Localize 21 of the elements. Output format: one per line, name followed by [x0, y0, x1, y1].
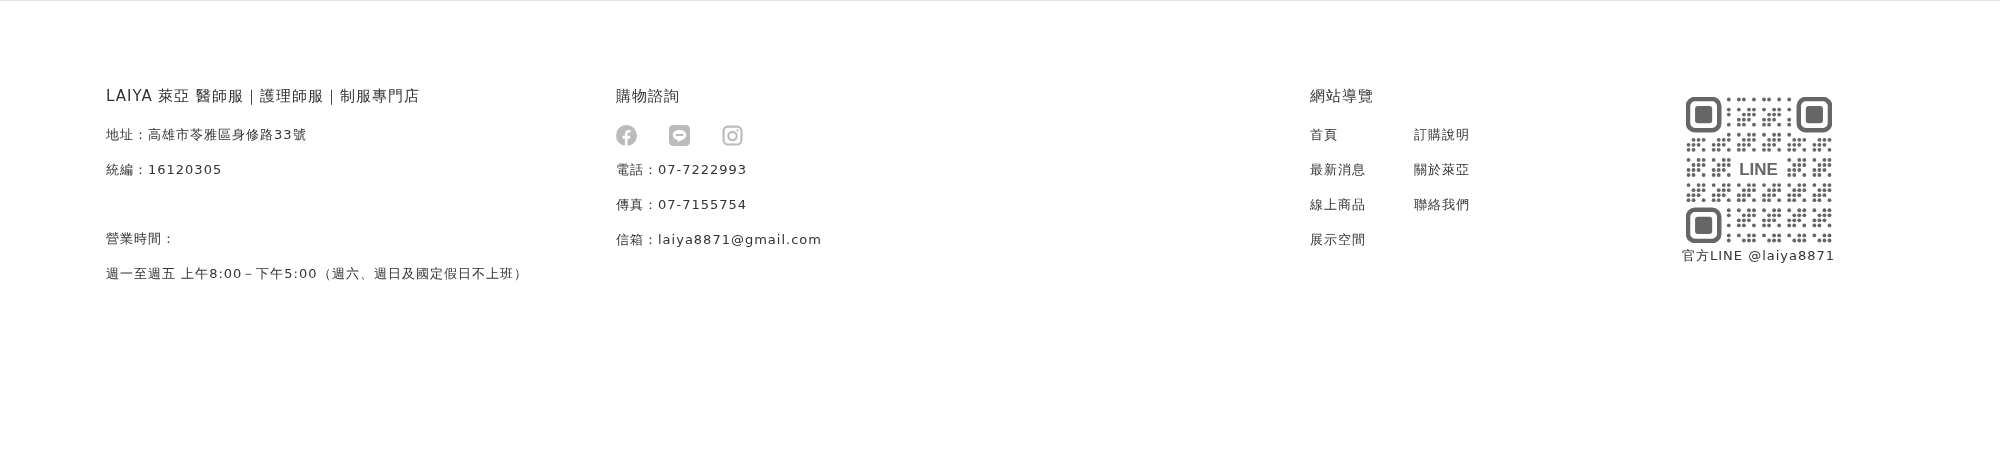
- contact-text: 傳真：07-7155754: [616, 196, 749, 214]
- chat-bubble-icon[interactable]: [669, 125, 690, 146]
- nav-link[interactable]: 展示空間: [1310, 230, 1366, 250]
- nav-link[interactable]: 訂購說明: [1414, 125, 1470, 145]
- address-text: 地址：高雄市苓雅區身修路33號: [106, 126, 308, 144]
- hours-text: 週一至週五 上午8:00－下午5:00（週六、週日及國定假日不上班）: [106, 265, 529, 283]
- camera-icon[interactable]: [722, 125, 743, 146]
- tax-id-text: 統編：16120305: [106, 161, 224, 179]
- facebook-icon[interactable]: [616, 125, 637, 146]
- nav-link[interactable]: 聯絡我們: [1414, 195, 1470, 215]
- contact-text: 電話：07-7222993: [616, 161, 749, 179]
- nav-link[interactable]: 線上商品: [1310, 195, 1366, 215]
- company-title: LAIYA 萊亞 醫師服｜護理師服｜制服專門店: [106, 86, 422, 107]
- contact-title: 購物諮詢: [616, 86, 681, 107]
- nav-title: 網站導覽: [1310, 86, 1375, 107]
- contact-text: 信箱：laiya8871@gmail.com: [616, 231, 823, 249]
- nav-link[interactable]: 關於萊亞: [1414, 160, 1470, 180]
- nav-link[interactable]: 首頁: [1310, 125, 1366, 145]
- qr-caption: 官方LINE @laiya8871: [1682, 247, 1836, 265]
- nav-link[interactable]: 最新消息: [1310, 160, 1366, 180]
- hours-label: 營業時間：: [106, 230, 177, 248]
